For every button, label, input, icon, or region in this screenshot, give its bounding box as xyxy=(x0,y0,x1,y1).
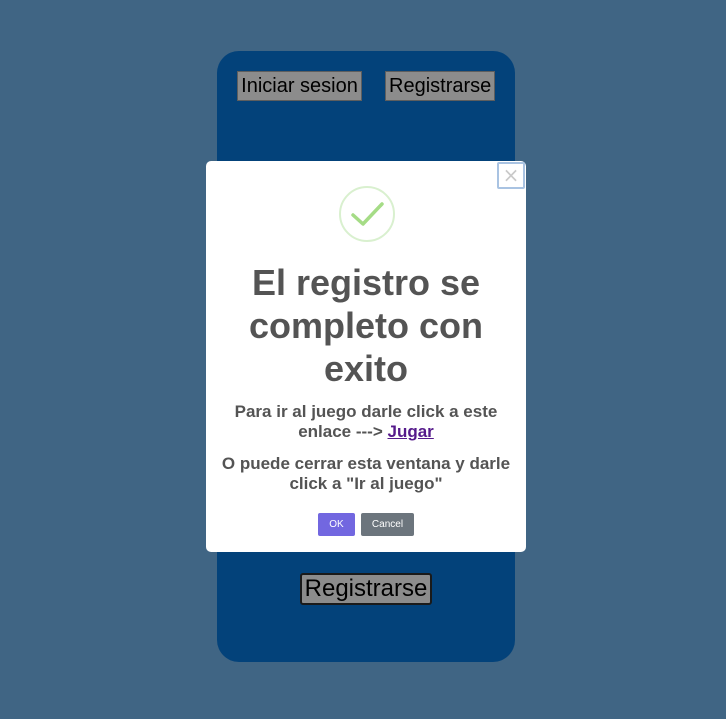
ok-button[interactable]: OK xyxy=(318,513,355,536)
dialog-hint: O puede cerrar esta ventana y darle clic… xyxy=(221,454,511,493)
dialog-title: El registro se completo con exito xyxy=(248,262,484,389)
dialog-message: Para ir al juego darle click a este enla… xyxy=(216,402,516,442)
checkmark-success-icon xyxy=(339,186,395,242)
register-tab-button[interactable]: Registrarse xyxy=(385,71,495,101)
play-link[interactable]: Jugar xyxy=(388,422,434,441)
register-submit-button[interactable]: Registrarse xyxy=(300,573,432,605)
dialog-message-text: Para ir al juego darle click a este enla… xyxy=(234,402,498,441)
cancel-button[interactable]: Cancel xyxy=(361,513,414,536)
login-button[interactable]: Iniciar sesion xyxy=(237,71,362,101)
close-icon[interactable]: × xyxy=(497,162,525,189)
